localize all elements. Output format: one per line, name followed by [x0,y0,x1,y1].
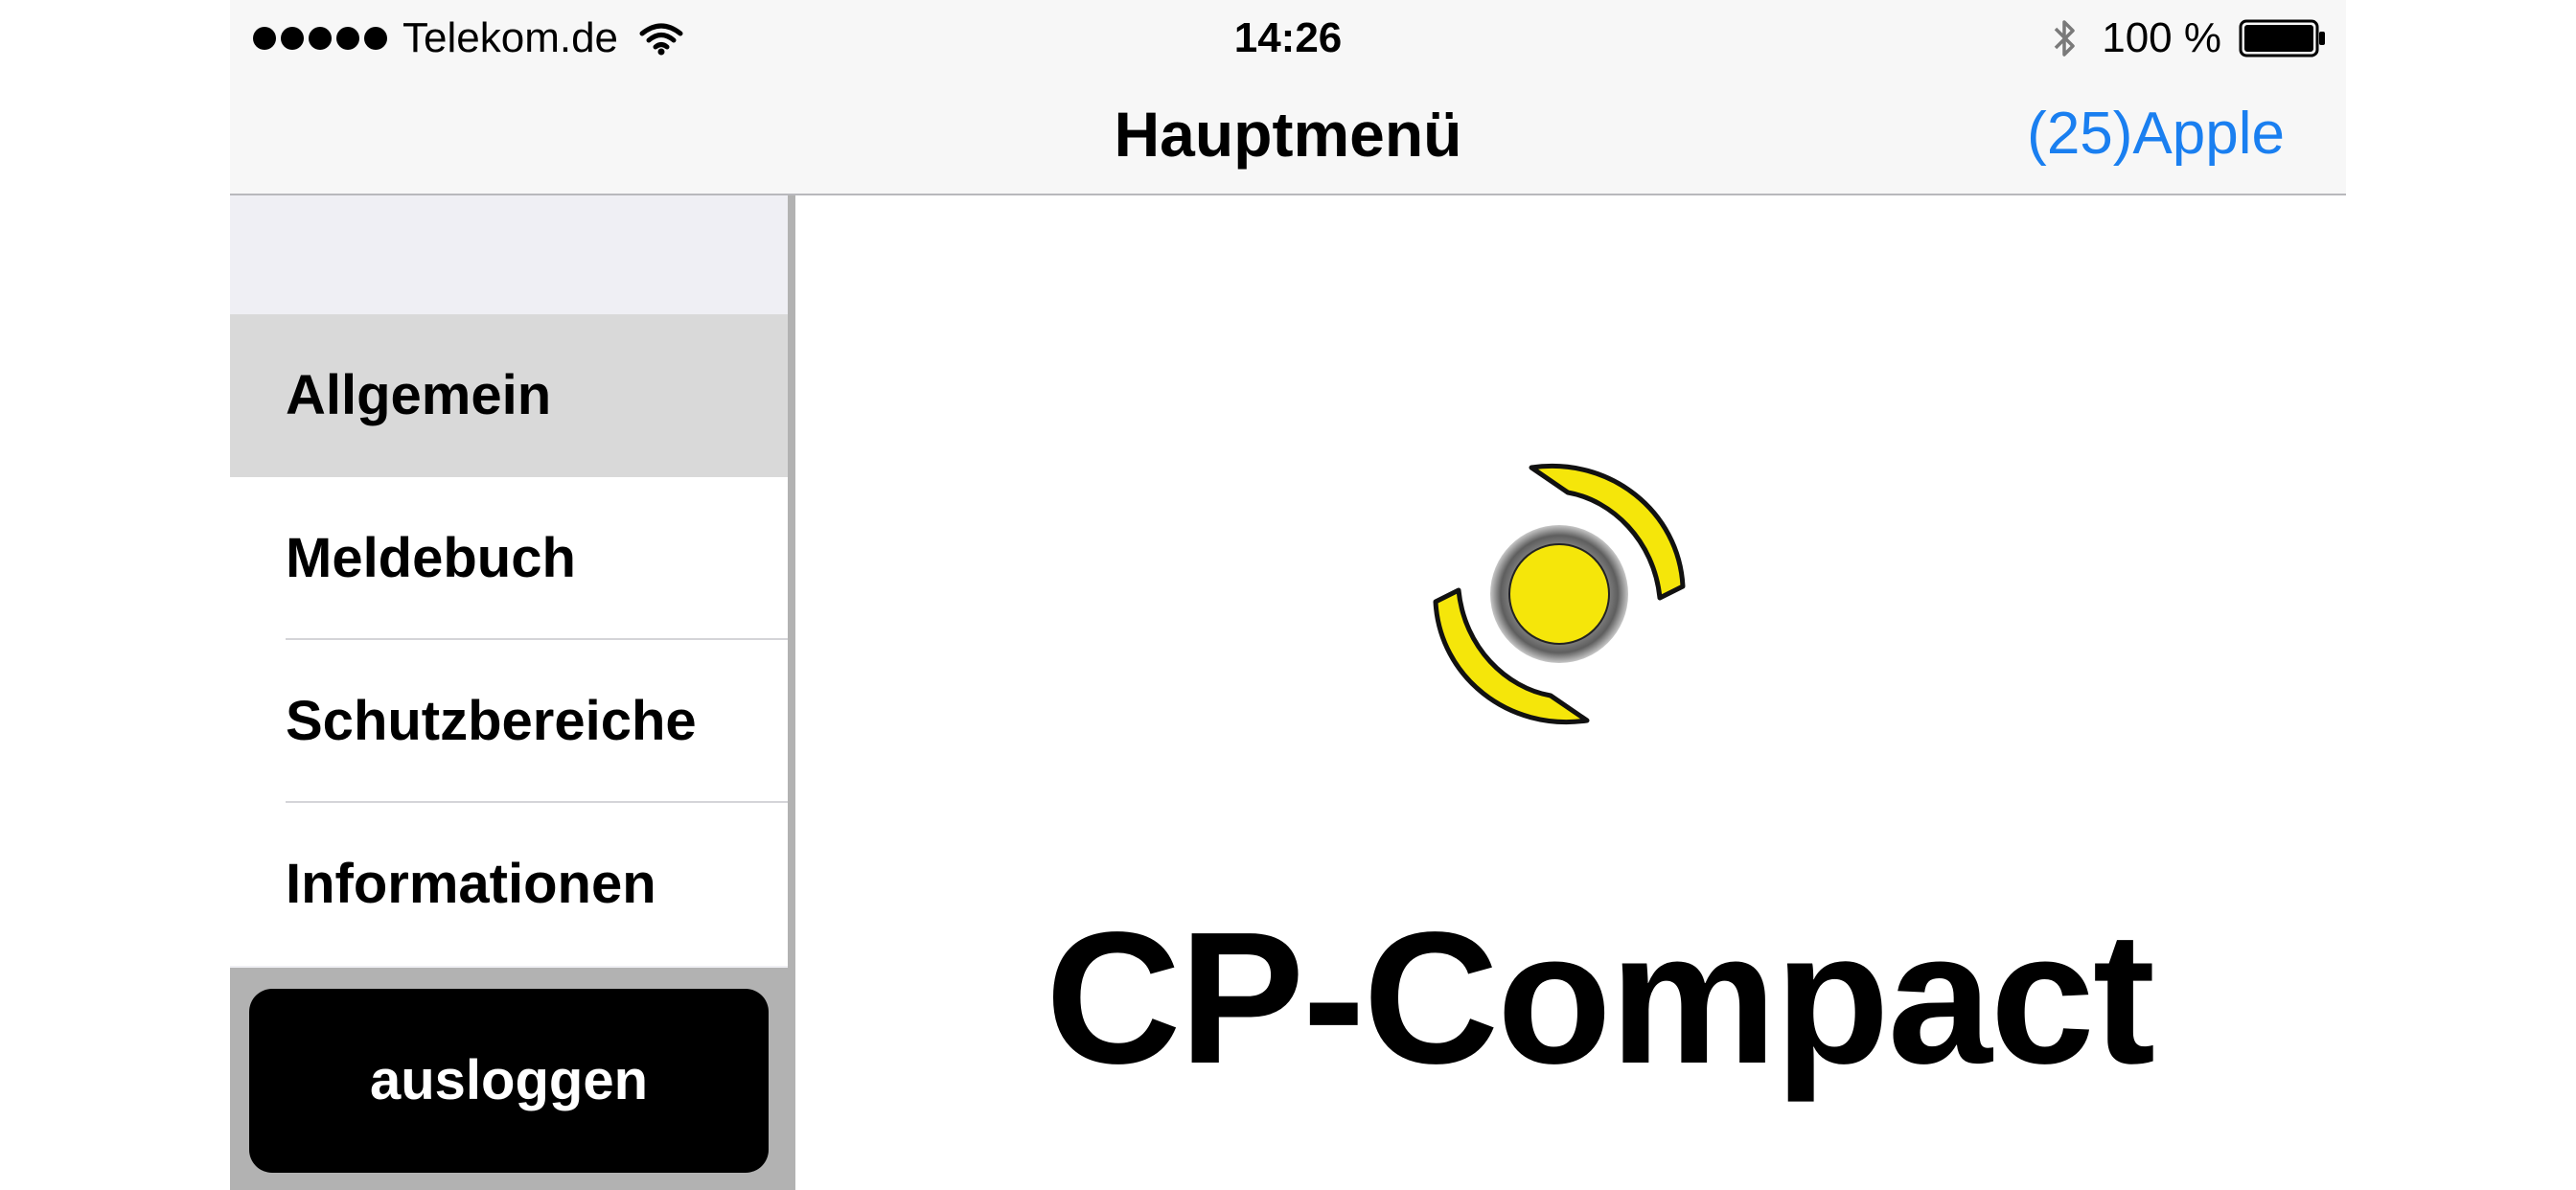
logout-area: ausloggen [230,968,795,1190]
status-right: 100 % [2052,0,2327,77]
account-button[interactable]: (25)Apple [2027,77,2285,192]
sidebar-item-informationen[interactable]: Informationen [230,803,788,966]
brand-name: CP-Compact [1045,893,2155,1103]
status-time: 14:26 [1233,14,1343,61]
sidebar-item-label: Meldebuch [286,527,576,589]
navigation-bar: Hauptmenü (25)Apple [230,77,2346,195]
sidebar-item-allgemein[interactable]: Allgemein [230,314,788,477]
status-bar: Telekom.de 14:26 100 % [230,0,2346,77]
cp-compact-logo [1433,464,1686,724]
battery-icon [2239,19,2325,57]
sidebar-item-label: Schutzbereiche [286,690,697,752]
sidebar-item-meldebuch[interactable]: Meldebuch [230,477,788,640]
sidebar-header-spacer [230,195,788,314]
logout-button[interactable]: ausloggen [249,989,769,1173]
sidebar-divider [788,195,795,1190]
sidebar-item-label: Informationen [286,853,656,915]
sidebar-item-label: Allgemein [286,364,552,426]
sidebar-menu: Allgemein Meldebuch Schutzbereiche Infor… [230,195,795,1190]
bluetooth-icon [2054,20,2075,57]
sidebar-item-schutzbereiche[interactable]: Schutzbereiche [230,640,788,803]
app-screen: Telekom.de 14:26 100 % Hauptmenü (25)App… [230,0,2346,1190]
battery-percentage: 100 % [2102,14,2221,61]
main-content: CP-Compact [795,195,2346,1190]
